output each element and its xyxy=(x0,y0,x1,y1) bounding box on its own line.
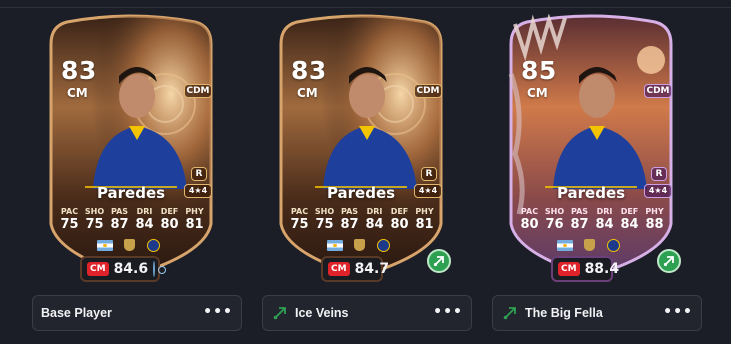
overall-rating: 83 xyxy=(291,56,327,85)
affiliation-icons xyxy=(327,239,395,252)
alt-position-badge: CDM xyxy=(644,84,672,98)
chemistry-rating-pill: CM 84.6 xyxy=(80,256,167,282)
chemistry-rating-pill: CM 88.4 xyxy=(551,256,619,282)
option-footer-base-player[interactable]: Base Player ••• xyxy=(32,295,242,331)
league-icon xyxy=(124,239,135,251)
option-label: The Big Fella xyxy=(525,306,603,320)
stat-sho: SHO 75 xyxy=(84,207,105,232)
stat-pas: PAS 87 xyxy=(340,207,359,232)
more-options-icon[interactable]: ••• xyxy=(433,305,463,319)
stats-row: PAC 75 SHO 75 PAS 87 DRI 84 DEF 80 PHY 81 xyxy=(57,207,207,232)
position-label: CM xyxy=(527,86,548,100)
stat-def: DEF 80 xyxy=(390,207,409,232)
nation-flag-icon xyxy=(557,240,573,251)
chemistry-rating-pill: CM 84.7 xyxy=(321,256,389,282)
option-footer-big-fella[interactable]: The Big Fella ••• xyxy=(492,295,702,331)
stat-pac: PAC 80 xyxy=(520,207,539,232)
stat-dri: DRI 84 xyxy=(595,207,614,232)
nation-flag-icon xyxy=(327,240,343,251)
affiliation-icons xyxy=(557,239,625,252)
playstyle-badge-icon xyxy=(657,249,681,273)
preferred-foot-badge: R xyxy=(191,167,207,181)
top-divider xyxy=(0,7,731,8)
club-crest-icon xyxy=(147,239,160,252)
club-crest-icon xyxy=(607,239,620,252)
nation-flag-icon xyxy=(97,240,113,251)
player-card[interactable]: 83 CM CDM R 4★4 Paredes PAC 75 SHO 75 PAS 8… xyxy=(275,14,447,284)
preferred-foot-badge: R xyxy=(421,167,437,181)
chem-position-tag: CM xyxy=(328,262,350,276)
stats-row: PAC 75 SHO 75 PAS 87 DRI 84 DEF 80 PHY 81 xyxy=(287,207,437,232)
league-icon xyxy=(354,239,365,251)
club-crest-icon xyxy=(377,239,390,252)
stat-pas: PAS 87 xyxy=(110,207,129,232)
league-icon xyxy=(584,239,595,251)
option-footer-ice-veins[interactable]: Ice Veins ••• xyxy=(262,295,472,331)
stat-phy: PHY 81 xyxy=(415,207,434,232)
player-card[interactable]: 85 CM CDM R 4★4 Paredes PAC 80 SHO 76 PAS 8… xyxy=(505,14,677,284)
position-label: CM xyxy=(297,86,318,100)
stat-def: DEF 80 xyxy=(160,207,179,232)
overall-rating: 83 xyxy=(61,56,97,85)
more-options-icon[interactable]: ••• xyxy=(203,305,233,319)
stat-dri: DRI 84 xyxy=(135,207,154,232)
stat-sho: SHO 75 xyxy=(314,207,335,232)
alt-position-badge: CDM xyxy=(184,84,212,98)
option-label: Base Player xyxy=(41,306,112,320)
chem-position-tag: CM xyxy=(87,262,109,276)
playstyle-icon xyxy=(269,302,291,324)
stats-row: PAC 80 SHO 76 PAS 87 DRI 84 DEF 84 PHY 88 xyxy=(517,207,667,232)
preferred-foot-badge: R xyxy=(651,167,667,181)
chem-rating-value: 84.6 xyxy=(113,261,149,277)
overall-rating: 85 xyxy=(521,56,557,85)
position-label: CM xyxy=(67,86,88,100)
option-label: Ice Veins xyxy=(295,306,349,320)
chem-position-tag: CM xyxy=(558,262,580,276)
base-chemistry-icon xyxy=(153,261,167,277)
chem-rating-value: 88.4 xyxy=(584,261,620,277)
playstyle-icon xyxy=(499,302,521,324)
stat-pac: PAC 75 xyxy=(290,207,309,232)
affiliation-icons xyxy=(97,239,165,252)
playstyle-badge-icon xyxy=(427,249,451,273)
player-card[interactable]: 83 CM CDM R 4★4 Paredes PAC 75 SHO 75 PAS 8… xyxy=(45,14,217,284)
chem-rating-value: 84.7 xyxy=(354,261,390,277)
stat-phy: PHY 81 xyxy=(185,207,204,232)
stat-sho: SHO 76 xyxy=(544,207,565,232)
player-name: Paredes xyxy=(326,184,396,202)
player-name: Paredes xyxy=(96,184,166,202)
stat-pas: PAS 87 xyxy=(570,207,589,232)
alt-position-badge: CDM xyxy=(414,84,442,98)
more-options-icon[interactable]: ••• xyxy=(663,305,693,319)
player-name: Paredes xyxy=(556,184,626,202)
stat-def: DEF 84 xyxy=(620,207,639,232)
stat-pac: PAC 75 xyxy=(60,207,79,232)
stat-phy: PHY 88 xyxy=(645,207,664,232)
stat-dri: DRI 84 xyxy=(365,207,384,232)
